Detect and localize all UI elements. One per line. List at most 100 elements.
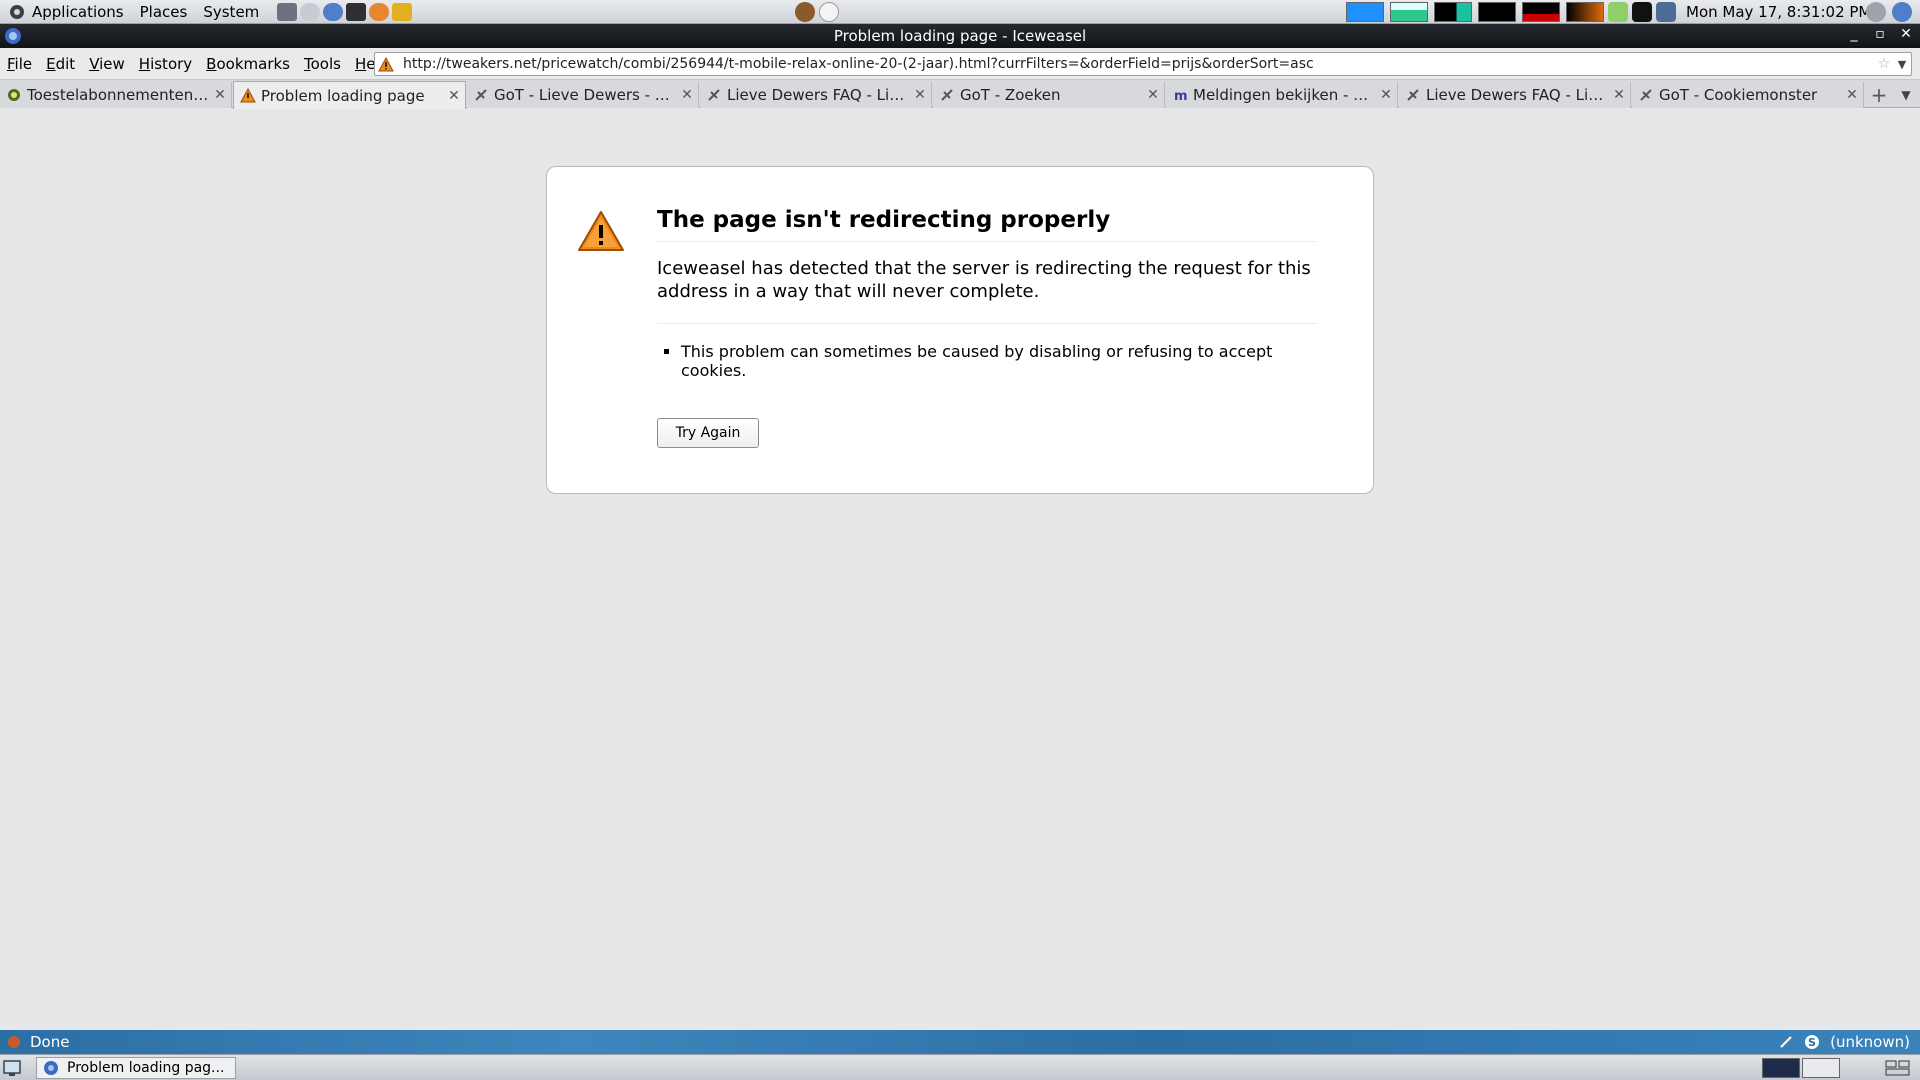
got-icon — [1638, 87, 1654, 103]
clock-applet-icon[interactable] — [300, 2, 321, 21]
pencil-icon[interactable] — [1778, 1034, 1794, 1050]
m-icon: m — [1172, 87, 1188, 103]
iceweasel-window-icon[interactable] — [4, 27, 22, 45]
cpu-monitor-icon — [1346, 2, 1384, 22]
top-panel: Applications Places System Mon May 17, 8… — [0, 0, 1920, 24]
maximize-icon[interactable]: ▫ — [1872, 26, 1888, 42]
url-input[interactable]: http://tweakers.net/pricewatch/combi/256… — [397, 56, 1875, 72]
window-controls: _ ▫ ✕ — [1846, 26, 1914, 42]
window-title: Problem loading page - Iceweasel — [833, 27, 1087, 45]
tab-label: Toestelabonnementen ... — [27, 86, 209, 104]
menu-tools[interactable]: Tools — [297, 55, 348, 73]
tab-close-icon[interactable]: ✕ — [1841, 87, 1863, 103]
tab-got-cookiemonster[interactable]: GoT - Cookiemonster ✕ — [1632, 82, 1864, 108]
error-divider — [657, 323, 1317, 324]
security-status: (unknown) — [1830, 1033, 1910, 1051]
status-right: S (unknown) — [1778, 1033, 1910, 1051]
system-tray — [1608, 2, 1676, 22]
update-notifier-icon[interactable] — [795, 2, 815, 22]
warning-icon[interactable] — [375, 53, 397, 75]
menu-file[interactable]: File — [0, 55, 39, 73]
show-desktop-icon[interactable] — [2, 1058, 22, 1078]
svg-text:S: S — [1808, 1036, 1816, 1049]
status-addon-icon[interactable] — [6, 1034, 22, 1050]
menu-view[interactable]: View — [82, 55, 132, 73]
url-history-dropdown-icon[interactable]: ▼ — [1893, 58, 1911, 71]
gnome-foot-icon — [10, 4, 24, 19]
tab-lieve-dewers-faq-2[interactable]: Lieve Dewers FAQ - Lie... ✕ — [1399, 82, 1631, 108]
system-monitors — [1346, 2, 1604, 22]
minimize-icon[interactable]: _ — [1846, 26, 1862, 42]
tab-label: GoT - Lieve Dewers - T... — [494, 86, 676, 104]
tab-close-icon[interactable]: ✕ — [1142, 87, 1164, 103]
error-title: The page isn't redirecting properly — [657, 207, 1317, 242]
tab-toestelabonnementen[interactable]: Toestelabonnementen ... ✕ — [0, 82, 232, 108]
tab-close-icon[interactable]: ✕ — [676, 87, 698, 103]
user-switcher-icon[interactable] — [1892, 2, 1912, 22]
lock-icon[interactable] — [392, 2, 413, 21]
pidgin-icon[interactable] — [1608, 2, 1628, 22]
got-icon — [473, 87, 489, 103]
applications-label: Applications — [32, 2, 124, 21]
bottom-panel: Problem loading pag... — [0, 1054, 1920, 1080]
mail-icon[interactable] — [369, 2, 390, 21]
panel-right-icons — [1866, 2, 1912, 22]
got-icon — [1405, 87, 1421, 103]
tab-bar: Toestelabonnementen ... ✕ Problem loadin… — [0, 80, 1920, 109]
tab-lieve-dewers-faq[interactable]: Lieve Dewers FAQ - Lie... ✕ — [700, 82, 932, 108]
tab-close-icon[interactable]: ✕ — [1608, 87, 1630, 103]
places-menu[interactable]: Places — [132, 3, 196, 21]
workspace-switcher — [1762, 1058, 1840, 1078]
close-window-icon[interactable]: ✕ — [1898, 26, 1914, 42]
skype-icon[interactable]: S — [1804, 1034, 1820, 1050]
menu-edit[interactable]: Edit — [39, 55, 82, 73]
panel-launchers — [277, 2, 413, 21]
tab-close-icon[interactable]: ✕ — [443, 88, 465, 104]
warning-icon — [240, 88, 256, 104]
status-bar: Done S (unknown) — [0, 1030, 1920, 1054]
got-icon — [706, 87, 722, 103]
network-icon[interactable] — [277, 2, 298, 21]
tab-list-dropdown-icon[interactable]: ▼ — [1896, 84, 1916, 106]
tab-got-zoeken[interactable]: GoT - Zoeken ✕ — [933, 82, 1165, 108]
error-description: Iceweasel has detected that the server i… — [657, 258, 1311, 302]
tab-problem-loading-page[interactable]: Problem loading page ✕ — [233, 81, 466, 109]
system-menu[interactable]: System — [195, 3, 267, 21]
swap-monitor-icon — [1478, 2, 1516, 22]
window-title-bar[interactable]: Problem loading page - Iceweasel _ ▫ ✕ — [0, 24, 1920, 48]
menu-history[interactable]: History — [132, 55, 199, 73]
coffee-icon[interactable] — [819, 2, 839, 22]
window-list-icon[interactable] — [1884, 1058, 1912, 1078]
tab-close-icon[interactable]: ✕ — [209, 87, 231, 103]
error-suggestion-item: This problem can sometimes be caused by … — [681, 342, 1277, 380]
tab-label: Lieve Dewers FAQ - Lie... — [727, 86, 909, 104]
tab-label: Meldingen bekijken - M... — [1193, 86, 1375, 104]
try-again-button[interactable]: Try Again — [657, 418, 759, 448]
warning-triangle-icon — [578, 211, 624, 251]
workspace-2[interactable] — [1802, 1058, 1840, 1078]
url-bar[interactable]: http://tweakers.net/pricewatch/combi/256… — [374, 52, 1912, 76]
disk-monitor-icon — [1566, 2, 1604, 22]
taskbar-item-label: Problem loading pag... — [67, 1060, 225, 1076]
browser-launcher-icon[interactable] — [323, 2, 344, 21]
volume-icon[interactable] — [1866, 2, 1886, 22]
tab-label: GoT - Zoeken — [960, 86, 1061, 104]
tab-meldingen-bekijken[interactable]: m Meldingen bekijken - M... ✕ — [1166, 82, 1398, 108]
taskbar-item-iceweasel[interactable]: Problem loading pag... — [36, 1057, 236, 1079]
tweakers-icon — [6, 87, 22, 103]
terminal-icon[interactable] — [346, 2, 367, 21]
iceweasel-icon — [44, 1061, 58, 1075]
tab-close-icon[interactable]: ✕ — [909, 87, 931, 103]
tab-got-lieve-dewers[interactable]: GoT - Lieve Dewers - T... ✕ — [467, 82, 699, 108]
tab-close-icon[interactable]: ✕ — [1375, 87, 1397, 103]
new-tab-icon[interactable]: + — [1868, 84, 1890, 106]
display-icon[interactable] — [1656, 2, 1676, 22]
memory-monitor-icon — [1390, 2, 1428, 22]
menu-bookmarks[interactable]: Bookmarks — [199, 55, 297, 73]
workspace-1[interactable] — [1762, 1058, 1800, 1078]
panel-clock[interactable]: Mon May 17, 8:31:02 PM — [1686, 3, 1871, 21]
aim-icon[interactable] — [1632, 2, 1652, 22]
applications-menu[interactable]: Applications — [0, 0, 132, 24]
bookmark-star-icon[interactable]: ☆ — [1875, 56, 1893, 72]
tab-label: GoT - Cookiemonster — [1659, 86, 1818, 104]
